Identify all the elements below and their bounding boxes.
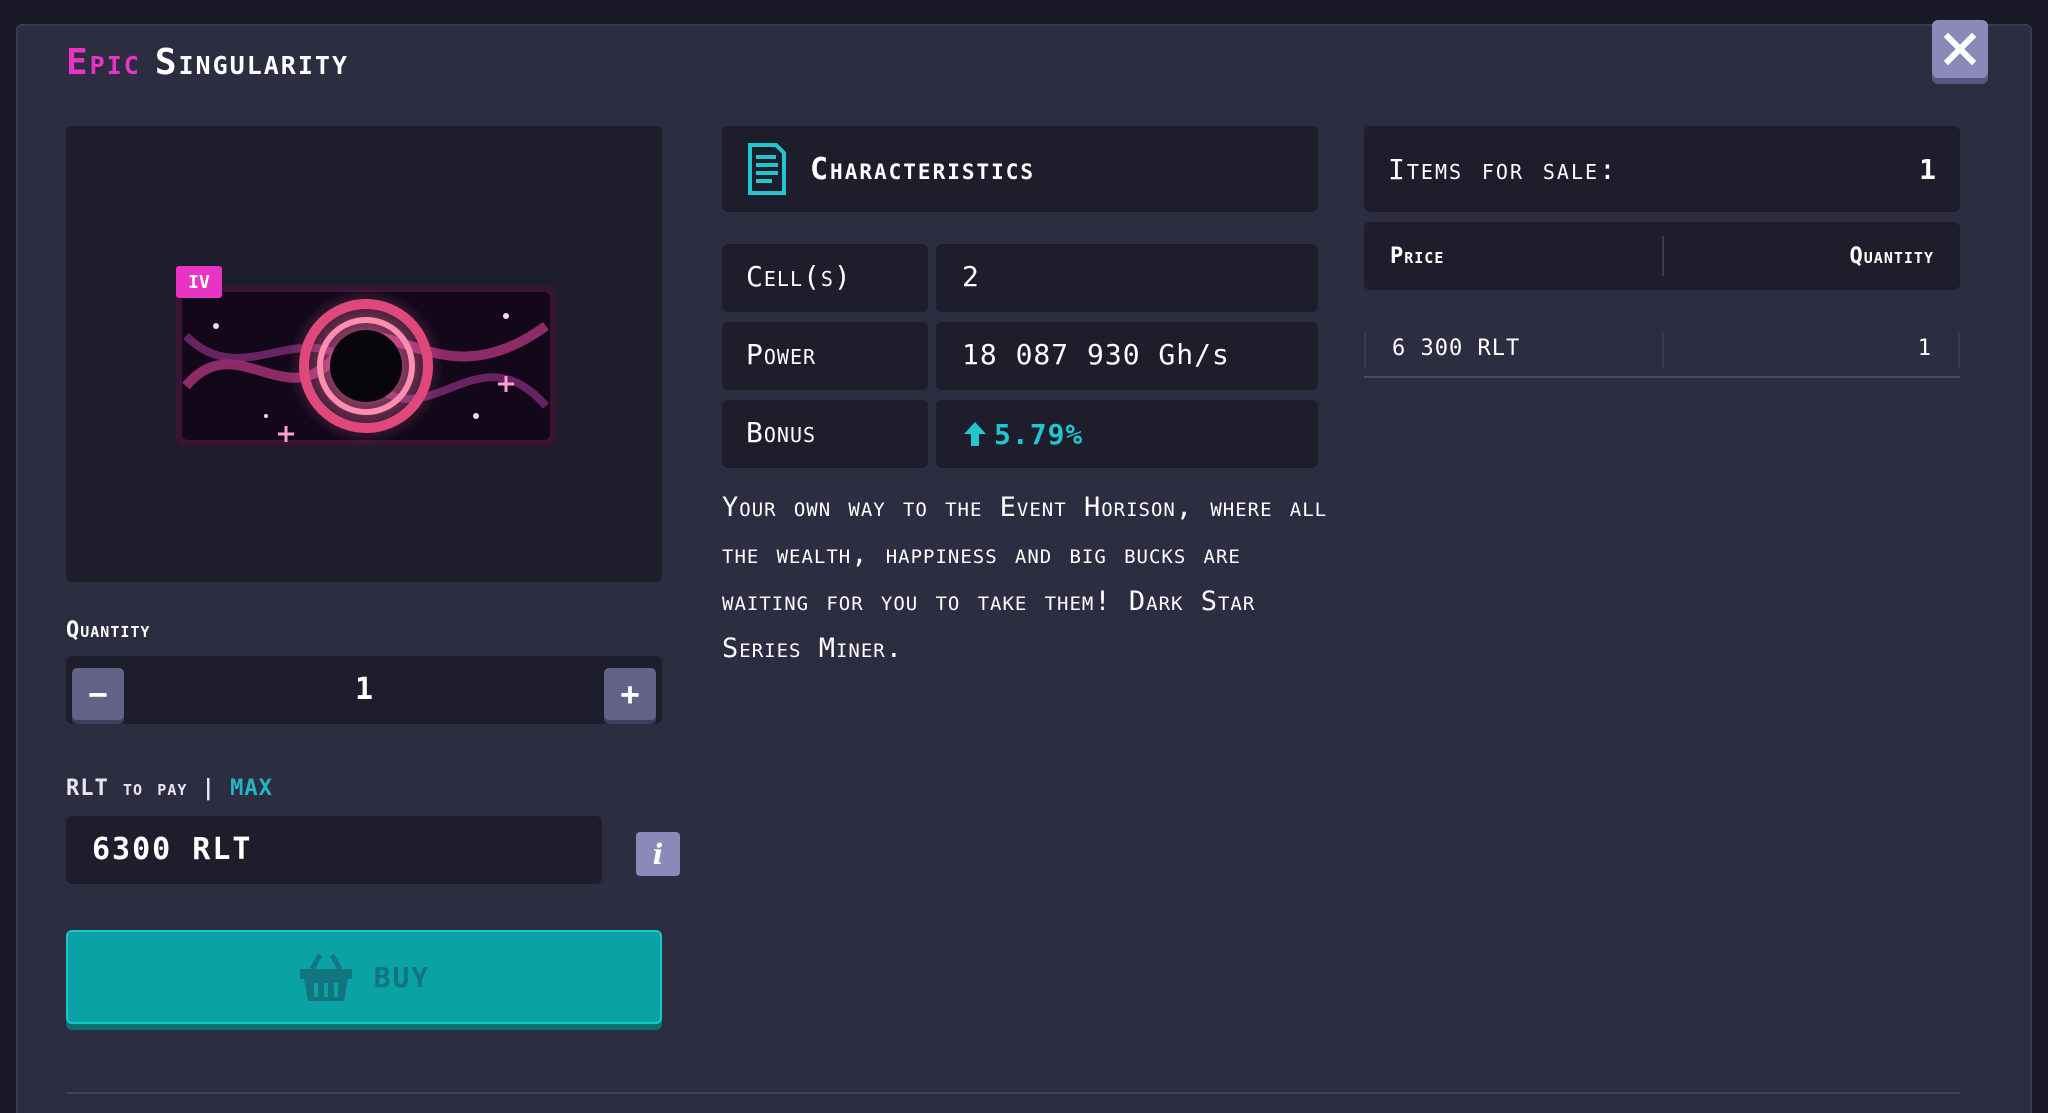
characteristic-row-cells: Cell(s) 2: [722, 244, 1318, 312]
quantity-column-header[interactable]: Quantity: [1662, 236, 1960, 276]
cells-value: 2: [936, 244, 1318, 312]
close-icon: [1943, 32, 1977, 66]
increase-quantity-button[interactable]: +: [604, 668, 656, 720]
currency-label: RLT: [66, 776, 109, 801]
close-button[interactable]: [1932, 20, 1988, 78]
quantity-stepper: − 1 +: [66, 656, 662, 724]
characteristic-row-bonus: Bonus 5.79%: [722, 400, 1318, 468]
items-for-sale-header: Items for sale: 1: [1364, 126, 1960, 212]
buy-button-label: BUY: [373, 960, 431, 994]
quantity-input[interactable]: 1: [66, 672, 662, 707]
document-icon: [748, 143, 786, 195]
divider: [66, 1092, 1960, 1094]
arrow-up-icon: [964, 422, 986, 446]
power-value: 18 087 930 Gh/s: [936, 322, 1318, 390]
buy-button[interactable]: BUY: [66, 930, 662, 1024]
quantity-label: Quantity: [66, 618, 151, 643]
rlt-amount-field[interactable]: 6300 RLT: [66, 816, 602, 884]
offers-table-header: Price Quantity: [1364, 222, 1960, 290]
cells-key: Cell(s): [722, 244, 928, 312]
miner-preview: IV: [66, 126, 662, 582]
miner-image: [176, 286, 556, 446]
to-pay-label: to pay: [123, 776, 188, 801]
info-button[interactable]: i: [636, 832, 680, 876]
separator: |: [201, 776, 216, 801]
offer-price: 6 300 RLT: [1364, 332, 1662, 368]
level-badge: IV: [176, 266, 222, 298]
power-key: Power: [722, 322, 928, 390]
table-row[interactable]: 6 300 RLT 1: [1364, 326, 1960, 378]
bonus-value: 5.79%: [994, 417, 1084, 451]
items-for-sale-count: 1: [1919, 152, 1936, 186]
offer-quantity: 1: [1662, 332, 1960, 368]
miner-name: Singularity: [154, 42, 350, 83]
page-title: Epic Singularity: [66, 42, 349, 83]
bonus-key: Bonus: [722, 400, 928, 468]
characteristics-header: Characteristics: [722, 126, 1318, 212]
characteristic-row-power: Power 18 087 930 Gh/s: [722, 322, 1318, 390]
miner-description: Your own way to the Event Horison, where…: [722, 492, 1328, 664]
price-column-header[interactable]: Price: [1364, 222, 1662, 290]
basket-icon: [299, 953, 352, 1001]
characteristics-title: Characteristics: [810, 151, 1036, 187]
items-for-sale-label: Items for sale:: [1388, 152, 1618, 186]
rarity-label: Epic: [66, 42, 141, 83]
bonus-value-container: 5.79%: [936, 400, 1318, 468]
rlt-to-pay-label: RLT to pay | MAX: [66, 776, 273, 801]
max-link[interactable]: MAX: [230, 776, 273, 801]
